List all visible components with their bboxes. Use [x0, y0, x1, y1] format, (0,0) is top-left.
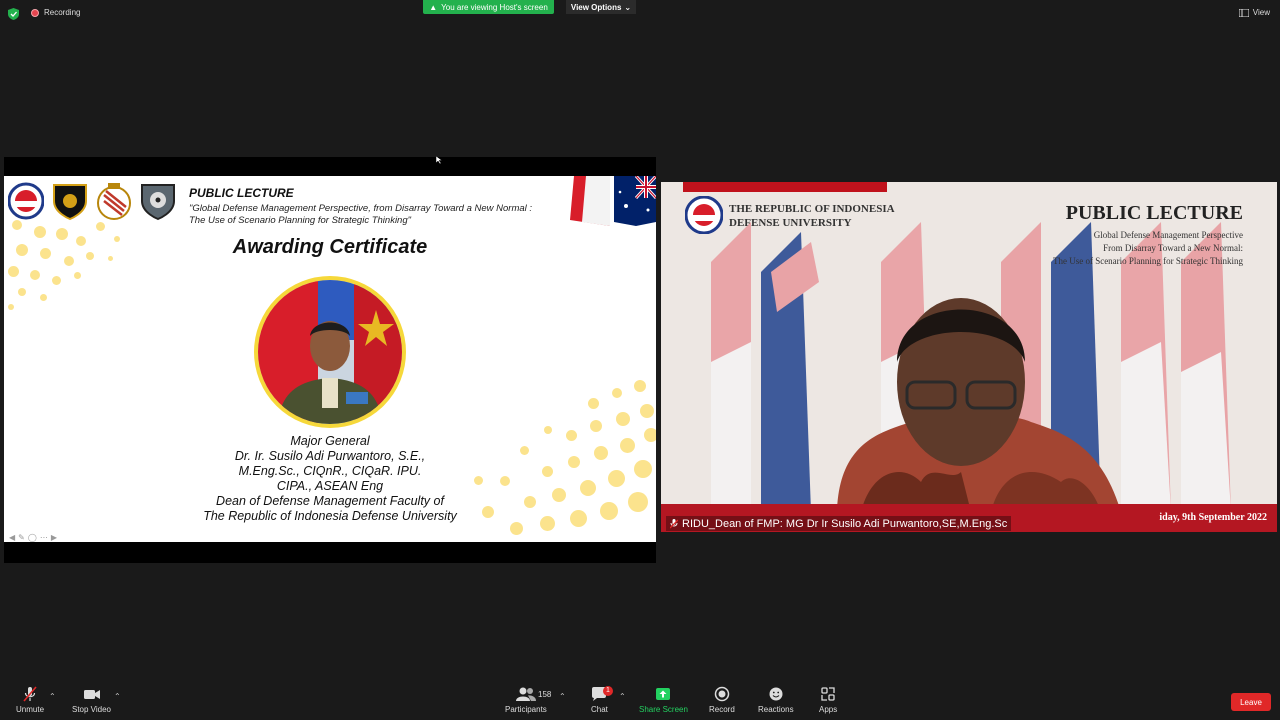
video-university-line1: THE REPUBLIC OF INDONESIA	[729, 203, 895, 215]
reactions-smiley-icon	[769, 687, 783, 701]
chat-unread-badge: 1	[603, 686, 613, 696]
slide-heading: Awarding Certificate	[232, 236, 428, 258]
participants-caret-icon[interactable]: ⌃	[559, 692, 566, 701]
bio-rank: Major General	[290, 434, 370, 448]
video-university-line2: DEFENSE UNIVERSITY	[729, 217, 852, 229]
unit-emblem-icon	[53, 184, 87, 221]
stop-video-button[interactable]: Stop Video	[72, 686, 111, 714]
defense-university-logo-icon	[8, 182, 44, 220]
bio-institution: The Republic of Indonesia Defense Univer…	[203, 509, 457, 523]
share-screen-button[interactable]: Share Screen	[639, 686, 688, 714]
reactions-button[interactable]: Reactions	[758, 686, 794, 714]
share-screen-icon	[656, 688, 671, 700]
portrait-figure-icon	[258, 280, 402, 424]
record-label: Record	[709, 705, 735, 714]
honoree-bio: Major General Dr. Ir. Susilo Adi Purwant…	[4, 434, 656, 524]
australia-flag-icon	[614, 176, 656, 226]
record-dot-icon	[31, 8, 39, 17]
viewing-screen-banner: ▲ You are viewing Host's screen	[423, 0, 554, 14]
more-icon[interactable]: ⋯	[40, 533, 48, 542]
slide-subtitle: "Global Defense Management Perspective, …	[189, 203, 569, 227]
cbrn-shield-icon	[141, 184, 175, 221]
stop-video-label: Stop Video	[72, 705, 111, 714]
audio-options-caret-icon[interactable]: ⌃	[49, 692, 56, 701]
video-top-stripe	[683, 182, 887, 192]
grid-view-icon	[1238, 8, 1249, 17]
video-camera-icon	[83, 690, 100, 699]
video-lecture-subtitle: Global Defense Management Perspective Fr…	[1053, 229, 1243, 268]
chat-label: Chat	[591, 705, 608, 714]
participants-label: Participants	[505, 705, 547, 714]
viewing-banner-text: You are viewing Host's screen	[441, 2, 548, 12]
microphone-muted-icon	[23, 686, 37, 702]
bio-degrees: M.Eng.Sc., CIQnR., CIQaR. IPU.	[238, 464, 422, 478]
video-options-caret-icon[interactable]: ⌃	[114, 692, 121, 701]
video-date: iday, 9th September 2022	[1159, 512, 1267, 523]
participant-name-tag: RIDU_Dean of FMP: MG Dr Ir Susilo Adi Pu…	[666, 516, 1012, 531]
slide-subtitle-line1: "Global Defense Management Perspective, …	[189, 203, 533, 214]
bio-name: Dr. Ir. Susilo Adi Purwantoro, S.E.,	[234, 449, 426, 463]
apps-button[interactable]: Apps	[819, 686, 837, 714]
muted-mic-icon	[670, 518, 678, 528]
recording-indicator[interactable]: Recording	[31, 8, 80, 17]
participant-name: RIDU_Dean of FMP: MG Dr Ir Susilo Adi Pu…	[682, 517, 1008, 530]
meeting-top-bar: Recording ▲ You are viewing Host's scree…	[0, 0, 1280, 26]
view-button[interactable]: View	[1238, 8, 1270, 17]
meeting-toolbar: Unmute ⌃ Stop Video ⌃ Participants ⌃ Cha…	[0, 682, 1280, 720]
slide-navigation: ◀ ✎ ◯ ⋯ ▶	[9, 533, 57, 542]
participant-video-tile[interactable]: THE REPUBLIC OF INDONESIA DEFENSE UNIVER…	[661, 182, 1277, 532]
bio-position: Dean of Defense Management Faculty of	[216, 494, 444, 508]
video-lecture-sub2: From Disarray Toward a New Normal:	[1103, 243, 1243, 253]
recording-label: Recording	[44, 8, 81, 17]
previous-slide-icon[interactable]: ◀	[9, 533, 15, 542]
next-slide-icon[interactable]: ▶	[51, 533, 57, 542]
slide-title: PUBLIC LECTURE	[189, 186, 294, 200]
participants-icon	[515, 687, 536, 701]
presentation-slide: PUBLIC LECTURE "Global Defense Managemen…	[4, 176, 656, 542]
record-icon	[714, 686, 730, 702]
video-university-logo-icon	[685, 196, 723, 234]
video-lecture-sub3: The Use of Scenario Planning for Strateg…	[1052, 256, 1243, 266]
record-button[interactable]: Record	[709, 686, 735, 714]
indonesia-flag-icon	[570, 176, 610, 226]
slide-subtitle-line2: The Use of Scenario Planning for Strateg…	[189, 215, 411, 226]
faculty-crest-icon	[97, 183, 131, 220]
chat-caret-icon[interactable]: ⌃	[619, 692, 626, 701]
pen-icon[interactable]: ✎	[18, 533, 25, 542]
speaker-icon: ▲	[429, 2, 438, 12]
mouse-cursor-icon	[436, 156, 442, 164]
video-lecture-sub1: Global Defense Management Perspective	[1093, 230, 1243, 240]
view-options-button[interactable]: View Options ⌄	[566, 0, 636, 14]
view-options-label: View Options	[570, 2, 622, 12]
participant-count: 158	[538, 690, 552, 699]
reactions-label: Reactions	[758, 705, 794, 714]
bio-certifications: CIPA., ASEAN Eng	[276, 479, 384, 493]
shield-check-icon[interactable]	[8, 8, 19, 20]
unmute-button[interactable]: Unmute	[16, 686, 44, 714]
view-label: View	[1252, 8, 1270, 17]
apps-label: Apps	[819, 705, 838, 714]
leave-button[interactable]: Leave	[1231, 693, 1271, 711]
honoree-portrait	[254, 276, 406, 428]
zoom-icon[interactable]: ◯	[28, 533, 37, 542]
video-university-name: THE REPUBLIC OF INDONESIA DEFENSE UNIVER…	[729, 202, 895, 230]
institution-logos	[8, 181, 176, 221]
unmute-label: Unmute	[16, 705, 45, 714]
chevron-down-icon: ⌄	[624, 2, 632, 12]
share-screen-label: Share Screen	[639, 705, 688, 714]
apps-icon	[821, 687, 835, 701]
video-lecture-title: PUBLIC LECTURE	[1065, 202, 1243, 224]
